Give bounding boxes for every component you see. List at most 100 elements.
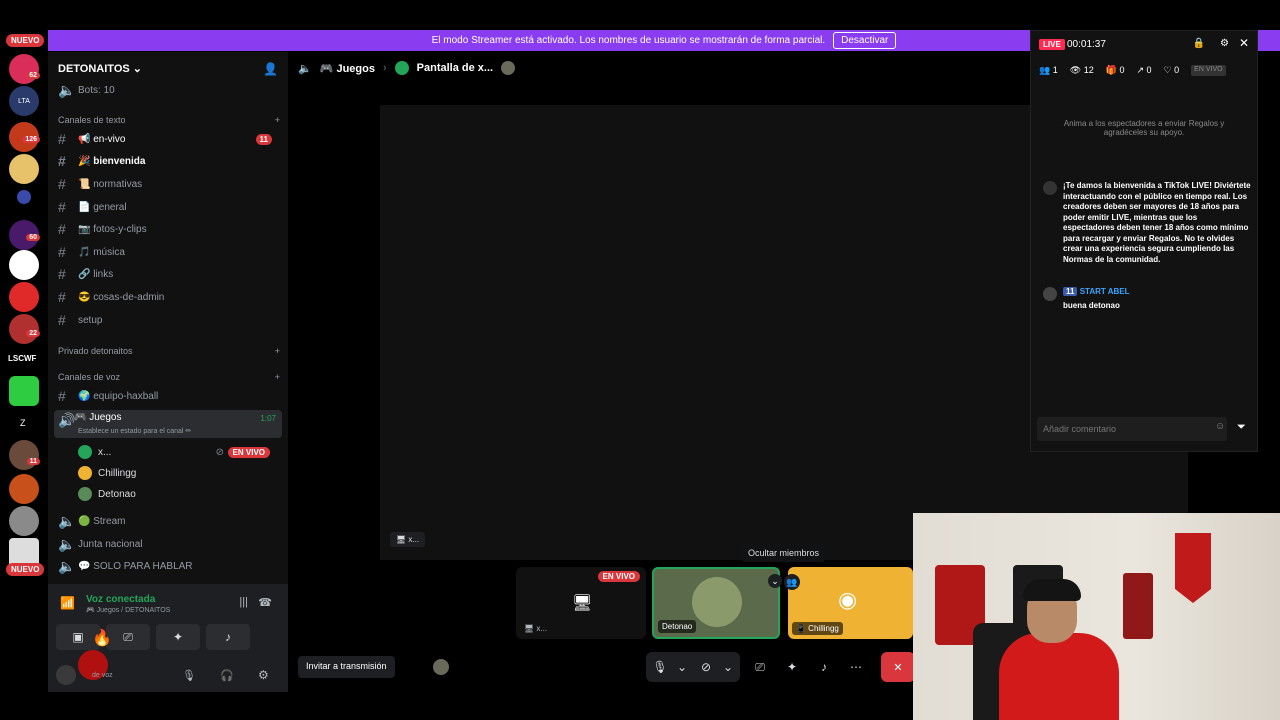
category-text-channels[interactable]: Canales de texto + bbox=[58, 115, 280, 125]
emoji-icon[interactable]: ☺ bbox=[1215, 421, 1225, 432]
bots-label: Bots: 10 bbox=[78, 84, 115, 96]
channel-label: 😎 cosas-de-admin bbox=[78, 291, 165, 303]
member-name: Chillingg bbox=[98, 467, 137, 479]
guild-name[interactable]: DETONAITOS ⌄ bbox=[58, 62, 142, 75]
heart-icon: ♡ bbox=[1163, 65, 1172, 75]
user-bar: 🔥 de voz 🎙 🎧 ⚙ bbox=[48, 630, 288, 692]
headphones-icon[interactable]: 🎧 bbox=[220, 669, 234, 682]
server-icon[interactable] bbox=[9, 154, 39, 184]
settings-icon[interactable]: ⚙ bbox=[1220, 38, 1229, 49]
comment-input[interactable] bbox=[1037, 417, 1227, 441]
server-icon[interactable] bbox=[9, 282, 39, 312]
viewers-stat: 👥 1 bbox=[1039, 65, 1058, 76]
folder-icon[interactable] bbox=[17, 190, 31, 204]
avatar bbox=[692, 577, 742, 627]
webcam-overlay bbox=[913, 513, 1280, 720]
channel-links[interactable]: # 🔗 links bbox=[58, 264, 282, 284]
participant-tile[interactable]: Detonao bbox=[652, 567, 780, 639]
channel-setup[interactable]: # setup bbox=[58, 310, 282, 330]
voice-channel-juegos[interactable]: 🔊 🎮 Juegos 1:07 Establece un estado para… bbox=[54, 410, 282, 438]
likes-stat: ♡ 0 bbox=[1164, 65, 1180, 76]
filter-icon[interactable]: ⏷ bbox=[1237, 421, 1246, 434]
unread-badge: 11 bbox=[255, 133, 272, 145]
speaker-icon: 🔈 bbox=[298, 62, 312, 75]
channel-musica[interactable]: # 🎵 música bbox=[58, 242, 282, 262]
activities-button[interactable]: ✦ bbox=[156, 624, 200, 650]
voice-channel-junta[interactable]: 🔈 Junta nacional bbox=[58, 534, 282, 554]
chevron-down-icon[interactable]: ⌄ bbox=[714, 655, 742, 679]
server-icon[interactable] bbox=[9, 250, 39, 280]
server-icon[interactable] bbox=[9, 474, 39, 504]
server-icon[interactable] bbox=[9, 440, 39, 470]
soundboard-button[interactable]: ♪ bbox=[206, 624, 250, 650]
invite-to-stream-button[interactable]: Invitar a transmisión bbox=[298, 656, 395, 678]
server-icon[interactable] bbox=[9, 376, 39, 406]
avatar bbox=[78, 487, 92, 501]
avatar bbox=[394, 61, 409, 75]
soundboard-icon[interactable]: ♪ bbox=[810, 655, 838, 679]
server-icon[interactable] bbox=[9, 314, 39, 344]
avatar bbox=[78, 466, 92, 480]
hair-image bbox=[1023, 579, 1081, 601]
avatar[interactable] bbox=[56, 665, 76, 685]
channel-normativas[interactable]: # 📜 normativas bbox=[58, 174, 282, 194]
share-icon: ↗ bbox=[1136, 65, 1145, 75]
eye-icon: 👁 bbox=[1069, 65, 1082, 75]
screen-share-icon[interactable]: ⎚ bbox=[746, 655, 774, 679]
welcome-message: ¡Te damos la bienvenida a TikTok LIVE! D… bbox=[1063, 181, 1251, 264]
channel-general[interactable]: # 📄 general bbox=[58, 197, 282, 217]
hide-members-icon[interactable]: 👥 bbox=[784, 574, 800, 590]
mention-badge: 60 bbox=[26, 234, 40, 241]
add-channel-icon[interactable]: + bbox=[275, 346, 280, 356]
voice-member[interactable]: Chillingg bbox=[78, 463, 278, 483]
screen-share-icon: ⎚ bbox=[123, 629, 133, 644]
channel-cosas-de-admin[interactable]: # 😎 cosas-de-admin bbox=[58, 287, 282, 307]
participant-tile[interactable]: 🖥 EN VIVO 🖥 x... bbox=[516, 567, 646, 639]
hash-icon: # bbox=[58, 388, 66, 404]
speaker-icon: 🔈 bbox=[58, 512, 76, 529]
disable-streamer-button[interactable]: Desactivar bbox=[833, 32, 897, 49]
activities-icon: ✦ bbox=[172, 630, 184, 644]
user-status: de voz bbox=[92, 672, 113, 679]
category-private[interactable]: Privado detonaitos + bbox=[58, 346, 280, 356]
add-channel-icon[interactable]: + bbox=[275, 115, 280, 125]
voice-member[interactable]: x... ⊘ EN VIVO bbox=[78, 442, 278, 462]
microphone-icon[interactable]: 🎙 bbox=[182, 669, 196, 682]
participant-name: 🖥 x... bbox=[524, 624, 548, 633]
chevron-down-icon[interactable]: ⌄ bbox=[768, 574, 782, 588]
pennant-image bbox=[1175, 533, 1211, 603]
voice-member[interactable]: Detonao bbox=[78, 484, 278, 504]
lock-icon[interactable]: 🔒 bbox=[1193, 38, 1205, 49]
more-icon[interactable]: ⋯ bbox=[842, 655, 870, 679]
server-icon[interactable] bbox=[9, 506, 39, 536]
hash-icon: # bbox=[58, 176, 66, 192]
noise-suppression-icon[interactable]: ||| bbox=[239, 596, 248, 608]
voice-connected-label[interactable]: Voz conectada bbox=[86, 594, 155, 605]
activities-icon[interactable]: ✦ bbox=[778, 655, 806, 679]
category-label: Privado detonaitos bbox=[58, 346, 133, 356]
participant-tile[interactable]: ◉ 📱 Chillingg bbox=[788, 567, 913, 639]
add-member-icon[interactable]: 👤 bbox=[263, 62, 278, 76]
channel-equipo-haxball[interactable]: # 🌍 equipo-haxball bbox=[58, 386, 282, 406]
channel-status[interactable]: Establece un estado para el canal ✏ bbox=[78, 427, 191, 435]
camera-icon: ▣ bbox=[72, 630, 84, 644]
category-voice[interactable]: Canales de voz + bbox=[58, 372, 280, 382]
channel-fotos-y-clips[interactable]: # 📷 fotos-y-clips bbox=[58, 219, 282, 239]
channel-en-vivo[interactable]: # 📢 en-vivo 11 bbox=[58, 129, 282, 149]
hash-icon: # bbox=[58, 153, 66, 169]
add-channel-icon[interactable]: + bbox=[275, 372, 280, 382]
gear-icon[interactable]: ⚙ bbox=[258, 668, 269, 682]
disconnect-icon[interactable]: ☎ bbox=[258, 596, 272, 609]
close-icon[interactable]: ✕ bbox=[1239, 36, 1249, 50]
screen-share-button[interactable]: ⎚ bbox=[106, 624, 150, 650]
avatar bbox=[433, 659, 449, 675]
voice-channel-stream[interactable]: 🔈 🟢 Stream bbox=[58, 511, 282, 531]
live-status-badge: EN VIVO bbox=[1191, 65, 1226, 76]
separator: › bbox=[382, 62, 387, 74]
avatar bbox=[501, 61, 516, 75]
end-call-button[interactable]: ✕ bbox=[881, 652, 915, 682]
server-icon[interactable] bbox=[9, 54, 39, 84]
channel-bienvenida[interactable]: # 🎉 bienvenida bbox=[58, 151, 282, 171]
voice-channel-solo-hablar[interactable]: 🔈 💬 SOLO PARA HABLAR bbox=[58, 556, 282, 576]
server-icon[interactable]: LTA bbox=[9, 86, 39, 116]
